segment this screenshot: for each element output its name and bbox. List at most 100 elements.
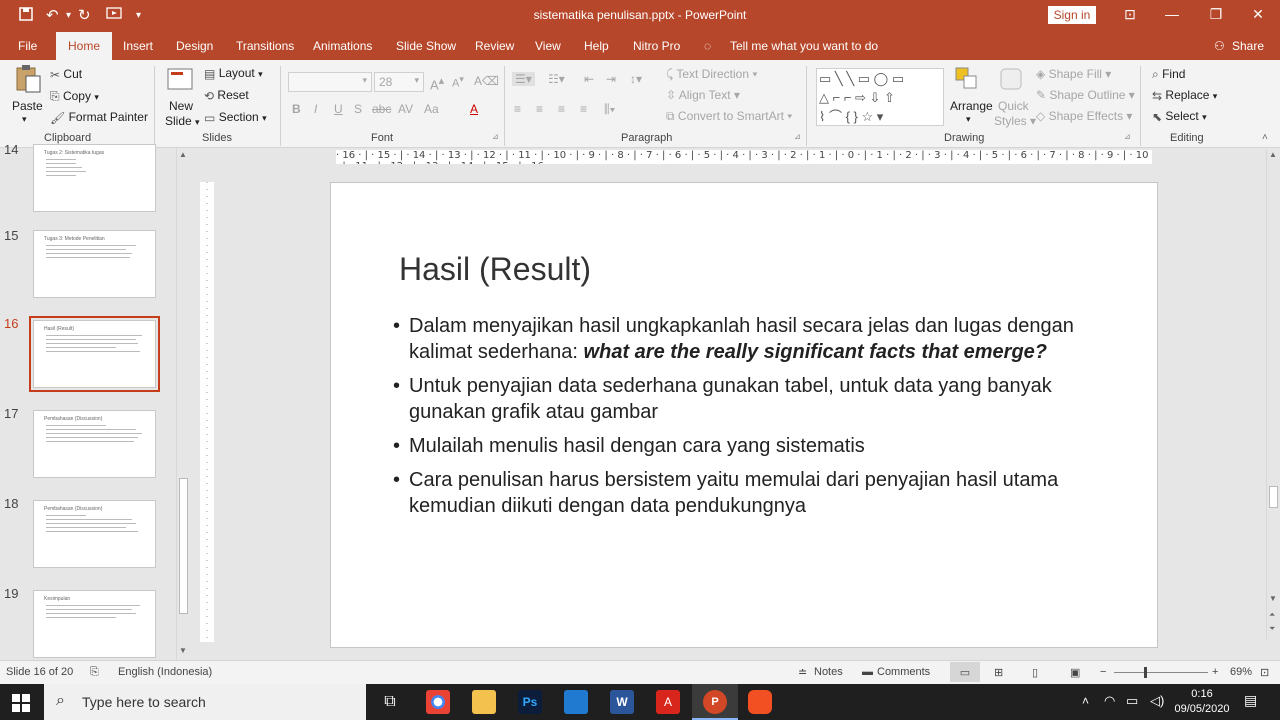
align-right-icon[interactable]: ≡ (558, 102, 565, 116)
tab-file[interactable]: File (18, 32, 37, 60)
font-name-select[interactable]: ▾ (288, 72, 372, 92)
slide-thumbnail-14[interactable]: Tugas 2: Sistematika tugas (33, 144, 156, 212)
zoom-in-icon[interactable]: + (1212, 666, 1218, 678)
quick-styles-label2[interactable]: Styles ▾ (994, 114, 1036, 128)
align-center-icon[interactable]: ≡ (536, 102, 543, 116)
taskbar-search-box[interactable]: ⌕ Type here to search (44, 684, 366, 720)
screen-recorder-icon[interactable] (748, 690, 772, 714)
tab-home[interactable]: Home (56, 32, 113, 60)
previous-slide-icon[interactable]: ⏶ (1269, 610, 1275, 620)
copy-button[interactable]: ⎘ Copy ▾ (50, 89, 99, 104)
italic-button[interactable]: I (314, 102, 317, 116)
align-left-icon[interactable]: ≡ (514, 102, 521, 116)
file-explorer-icon[interactable] (472, 690, 496, 714)
tab-insert[interactable]: Insert (123, 32, 153, 60)
slide-canvas[interactable]: Hasil (Result) Dalam menyajikan hasil un… (330, 182, 1158, 648)
comments-button[interactable]: Comments (877, 666, 930, 678)
find-button[interactable]: ⌕ Find (1152, 67, 1185, 82)
wifi-icon[interactable]: ◠ (1104, 693, 1115, 709)
slide-thumbnail-17[interactable]: Pembahasan (Discussion) (33, 410, 156, 478)
bullet-item[interactable]: Mulailah menulis hasil dengan cara yang … (391, 433, 1091, 459)
close-icon[interactable]: ✕ (1246, 4, 1270, 24)
volume-icon[interactable]: ◁) (1150, 693, 1164, 709)
word-icon[interactable]: W (610, 690, 634, 714)
scroll-down-icon[interactable]: ▼ (1269, 594, 1277, 603)
paste-dropdown-icon[interactable]: ▾ (22, 114, 27, 125)
tab-help[interactable]: Help (584, 32, 609, 60)
zoom-slider-thumb[interactable] (1144, 667, 1147, 678)
save-icon[interactable] (18, 6, 34, 26)
paragraph-dialog-launcher-icon[interactable]: ⊿ (794, 132, 801, 141)
text-shadow-button[interactable]: S (354, 102, 362, 116)
quick-styles-label[interactable]: Quick (998, 99, 1029, 113)
line-spacing-icon[interactable]: ↕▾ (630, 72, 642, 86)
ribbon-display-options-icon[interactable]: ⊡ (1118, 4, 1142, 24)
tab-transitions[interactable]: Transitions (236, 32, 294, 60)
new-slide-label[interactable]: New (169, 99, 193, 113)
zoom-out-icon[interactable]: − (1100, 666, 1106, 678)
tab-slide-show[interactable]: Slide Show (396, 32, 456, 60)
spelling-check-icon[interactable]: ⎘ (90, 666, 99, 679)
battery-icon[interactable]: ▭ (1126, 693, 1138, 709)
strikethrough-button[interactable]: abc (372, 102, 391, 116)
drawing-dialog-launcher-icon[interactable]: ⊿ (1124, 132, 1131, 141)
reset-button[interactable]: ⟲ Reset (204, 88, 249, 103)
reading-view-icon[interactable]: ▯ (1032, 666, 1038, 679)
bullets-icon[interactable]: ☰▾ (512, 72, 535, 86)
redo-icon[interactable]: ↻ (78, 6, 91, 26)
photoshop-icon[interactable]: Ps (518, 690, 542, 714)
scroll-up-icon[interactable]: ▲ (179, 150, 187, 159)
select-button[interactable]: ⬉ Select ▾ (1152, 109, 1207, 124)
font-size-select[interactable]: 28 ▾ (374, 72, 424, 92)
undo-dropdown-icon[interactable]: ▾ (66, 6, 71, 26)
replace-button[interactable]: ⇆ Replace ▾ (1152, 88, 1217, 103)
bullet-list[interactable]: Dalam menyajikan hasil ungkapkanlah hasi… (391, 313, 1091, 527)
scroll-down-icon[interactable]: ▼ (179, 646, 187, 655)
tab-view[interactable]: View (535, 32, 561, 60)
bullet-item[interactable]: Untuk penyajian data sederhana gunakan t… (391, 373, 1091, 425)
undo-icon[interactable]: ↶ (46, 6, 59, 26)
windows-start-icon[interactable] (12, 694, 30, 715)
scrollbar-thumb[interactable] (1269, 486, 1278, 508)
notes-button[interactable]: Notes (814, 666, 843, 678)
start-from-beginning-icon[interactable] (106, 6, 122, 26)
slide-thumbnail-15[interactable]: Tugas 3: Metode Penelitian (33, 230, 156, 298)
tell-me-search[interactable]: Tell me what you want to do (730, 32, 878, 60)
task-view-icon[interactable]: ⧉ (378, 690, 402, 714)
sign-in-button[interactable]: Sign in (1048, 6, 1096, 24)
tab-review[interactable]: Review (475, 32, 514, 60)
new-slide-icon[interactable] (166, 66, 194, 95)
language-indicator[interactable]: English (Indonesia) (118, 666, 212, 678)
underline-button[interactable]: U (334, 102, 343, 116)
increase-font-icon[interactable]: A▴ (430, 74, 444, 92)
photos-icon[interactable] (564, 690, 588, 714)
normal-view-icon[interactable]: ▭ (950, 662, 980, 682)
slide-thumbnail-19[interactable]: Kesimpulan (33, 590, 156, 658)
format-painter-button[interactable]: 🖌 Format Painter (50, 110, 148, 125)
increase-indent-icon[interactable]: ⇥ (606, 72, 616, 86)
font-color-button[interactable]: A (470, 102, 478, 116)
tab-animations[interactable]: Animations (313, 32, 372, 60)
numbering-icon[interactable]: ☷▾ (548, 72, 565, 86)
convert-smartart-button[interactable]: ⧉ Convert to SmartArt ▾ (666, 109, 792, 124)
shape-effects-button[interactable]: ◇ Shape Effects ▾ (1036, 109, 1132, 123)
powerpoint-taskbar-button[interactable]: P (692, 684, 738, 720)
zoom-level[interactable]: 69% (1230, 666, 1252, 678)
section-button[interactable]: ▭ Section ▾ (204, 110, 267, 125)
decrease-indent-icon[interactable]: ⇤ (584, 72, 594, 86)
show-hidden-icons-icon[interactable]: ˄ (1082, 694, 1089, 708)
layout-button[interactable]: ▤ Layout ▾ (204, 66, 263, 81)
decrease-font-icon[interactable]: A▾ (452, 74, 464, 90)
cut-button[interactable]: ✂ Cut (50, 67, 82, 82)
slide-title[interactable]: Hasil (Result) (399, 251, 591, 288)
tab-design[interactable]: Design (176, 32, 213, 60)
shape-outline-button[interactable]: ✎ Shape Outline ▾ (1036, 88, 1135, 102)
slide-thumbnail-16[interactable]: Hasil (Result) (29, 316, 160, 392)
paste-icon[interactable] (14, 64, 42, 97)
share-icon[interactable]: ⚇ (1214, 32, 1225, 60)
slide-scrollbar[interactable]: ▲ ▼ ⏶ ⏷ (1266, 150, 1280, 640)
chrome-icon[interactable] (426, 690, 450, 714)
character-spacing-button[interactable]: AV (398, 102, 413, 116)
scrollbar-thumb[interactable] (179, 478, 188, 614)
bold-button[interactable]: B (292, 102, 301, 116)
